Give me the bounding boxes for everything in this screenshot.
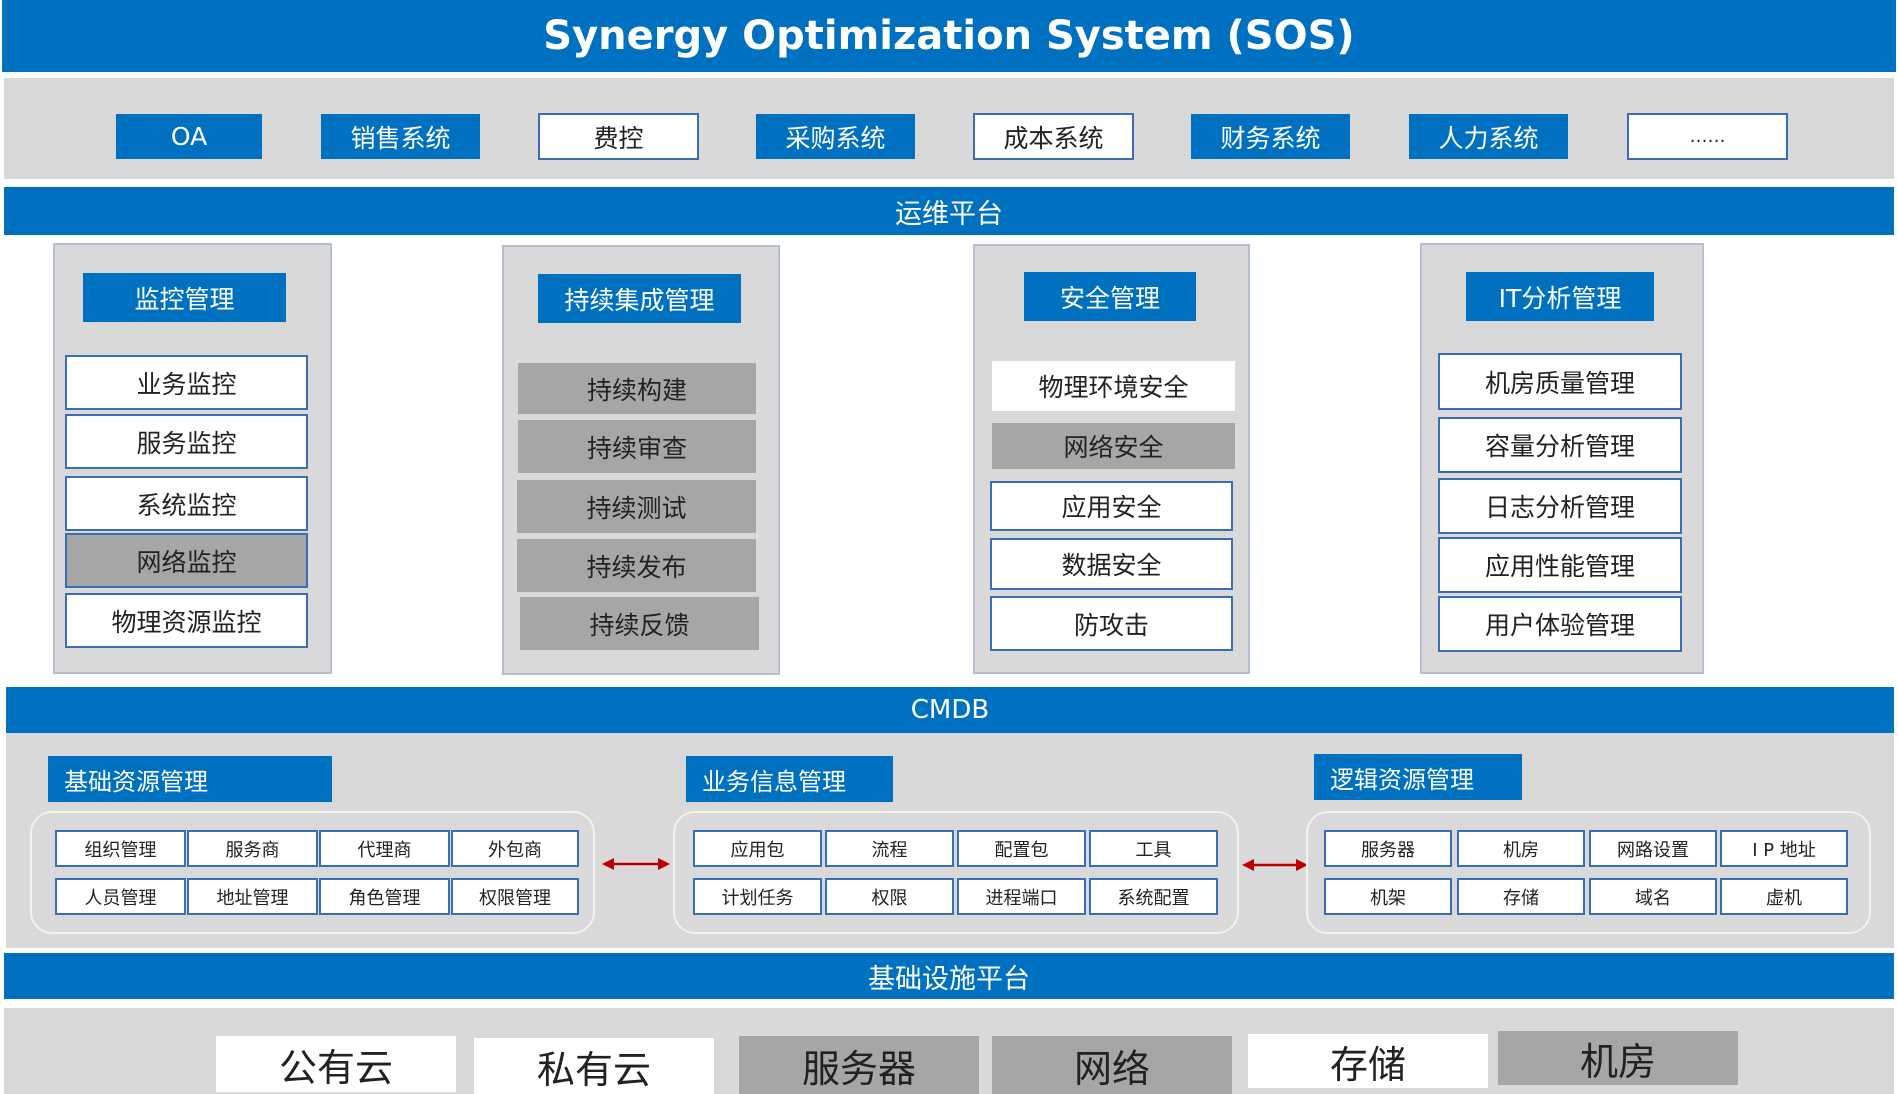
cell-server[interactable]: 服务器 (1324, 830, 1452, 867)
cell-role[interactable]: 角色管理 (319, 878, 450, 915)
cmdb-label: CMDB (910, 695, 990, 725)
cell-scheduled-task[interactable]: 计划任务 (693, 878, 822, 915)
cell-access-rights[interactable]: 权限 (825, 878, 954, 915)
it-capacity[interactable]: 容量分析管理 (1438, 417, 1682, 473)
security-physical[interactable]: 物理环境安全 (992, 361, 1235, 411)
monitor-physical[interactable]: 物理资源监控 (65, 593, 308, 648)
cell-app-package[interactable]: 应用包 (693, 830, 822, 867)
system-finance[interactable]: 财务系统 (1191, 114, 1350, 159)
ci-test[interactable]: 持续测试 (517, 480, 756, 533)
group-logical-resources-title: 逻辑资源管理 (1314, 754, 1522, 800)
cell-network-settings[interactable]: 网路设置 (1589, 830, 1717, 867)
ci-build[interactable]: 持续构建 (518, 363, 756, 414)
cmdb-bar: CMDB (6, 687, 1894, 733)
cell-storage[interactable]: 存储 (1457, 878, 1585, 915)
module-security-title: 安全管理 (1024, 272, 1196, 321)
ops-platform-label: 运维平台 (895, 198, 1003, 230)
security-anti-attack[interactable]: 防攻击 (990, 596, 1233, 651)
security-network[interactable]: 网络安全 (992, 423, 1235, 469)
monitor-system[interactable]: 系统监控 (65, 476, 308, 531)
infra-storage[interactable]: 存储 (1248, 1034, 1488, 1088)
ci-feedback[interactable]: 持续反馈 (520, 597, 759, 650)
monitor-service[interactable]: 服务监控 (65, 414, 308, 469)
security-application[interactable]: 应用安全 (990, 481, 1233, 531)
cell-process[interactable]: 流程 (825, 830, 954, 867)
cell-domain[interactable]: 域名 (1589, 878, 1717, 915)
it-app-performance[interactable]: 应用性能管理 (1438, 537, 1682, 593)
monitor-business[interactable]: 业务监控 (65, 355, 308, 410)
infra-private-cloud[interactable]: 私有云 (474, 1038, 714, 1094)
cell-rack[interactable]: 机架 (1324, 878, 1452, 915)
cell-virtual-machine[interactable]: 虚机 (1720, 878, 1848, 915)
cell-address[interactable]: 地址管理 (187, 878, 318, 915)
infra-platform-label: 基础设施平台 (868, 963, 1030, 995)
system-sales[interactable]: 销售系统 (321, 114, 480, 159)
it-room-quality[interactable]: 机房质量管理 (1438, 353, 1682, 410)
monitor-network[interactable]: 网络监控 (65, 533, 308, 588)
security-data[interactable]: 数据安全 (990, 538, 1233, 590)
cell-agent[interactable]: 代理商 (319, 830, 450, 867)
group-business-info-title: 业务信息管理 (686, 756, 893, 802)
bidirectional-arrow-1 (602, 858, 670, 870)
module-monitoring-title: 监控管理 (83, 273, 286, 322)
module-it-analysis-title: IT分析管理 (1466, 272, 1654, 321)
it-user-experience[interactable]: 用户体验管理 (1438, 596, 1682, 652)
infra-machine-room[interactable]: 机房 (1498, 1031, 1738, 1085)
cell-config-package[interactable]: 配置包 (957, 830, 1086, 867)
infra-public-cloud[interactable]: 公有云 (216, 1036, 456, 1092)
group-basic-resources-title: 基础资源管理 (48, 756, 332, 802)
title-bar: Synergy Optimization System (SOS) (2, 0, 1896, 72)
infra-network[interactable]: 网络 (992, 1036, 1232, 1094)
ci-review[interactable]: 持续审查 (518, 420, 756, 473)
cell-personnel[interactable]: 人员管理 (55, 878, 186, 915)
cell-system-config[interactable]: 系统配置 (1089, 878, 1218, 915)
infra-servers[interactable]: 服务器 (739, 1036, 979, 1094)
cell-service-provider[interactable]: 服务商 (187, 830, 318, 867)
system-expense[interactable]: 费控 (538, 113, 699, 160)
cell-tools[interactable]: 工具 (1089, 830, 1218, 867)
cell-permission[interactable]: 权限管理 (451, 878, 579, 915)
system-hr[interactable]: 人力系统 (1409, 114, 1568, 159)
it-log-analysis[interactable]: 日志分析管理 (1438, 478, 1682, 534)
module-ci-title: 持续集成管理 (538, 274, 741, 323)
infra-platform-bar: 基础设施平台 (4, 953, 1894, 999)
cell-process-port[interactable]: 进程端口 (957, 878, 1086, 915)
page-title: Synergy Optimization System (SOS) (543, 13, 1355, 59)
cell-ip-address[interactable]: I P 地址 (1720, 830, 1848, 867)
cell-outsourcer[interactable]: 外包商 (451, 830, 579, 867)
systems-row (4, 78, 1894, 179)
system-oa[interactable]: OA (116, 114, 262, 159)
system-cost[interactable]: 成本系统 (973, 113, 1134, 160)
system-more[interactable]: …… (1627, 113, 1788, 160)
ci-release[interactable]: 持续发布 (517, 539, 756, 592)
ops-platform-bar: 运维平台 (4, 187, 1894, 235)
bidirectional-arrow-2 (1242, 859, 1308, 871)
system-purchase[interactable]: 采购系统 (756, 114, 915, 159)
cell-organization[interactable]: 组织管理 (55, 830, 186, 867)
cell-machine-room[interactable]: 机房 (1457, 830, 1585, 867)
